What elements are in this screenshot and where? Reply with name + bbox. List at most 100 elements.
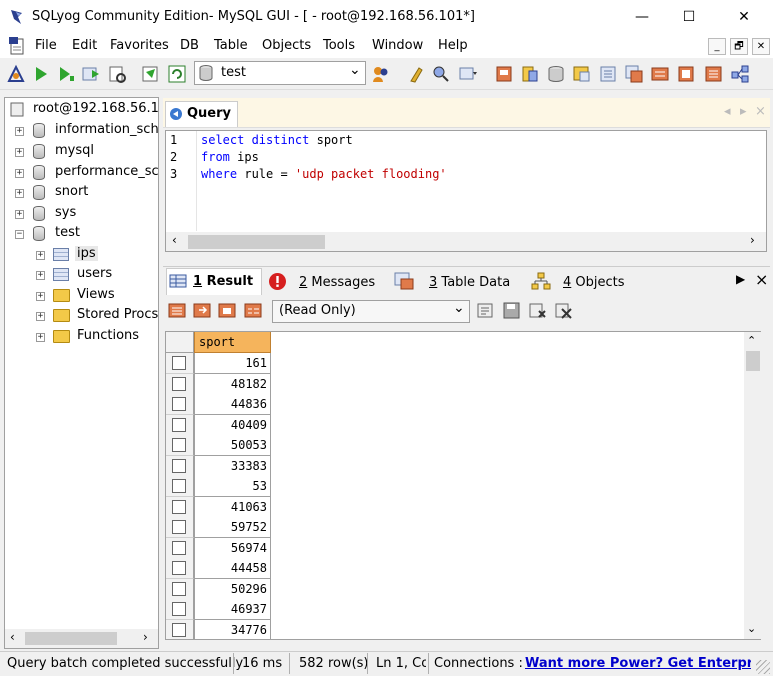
mdi-minimize-button[interactable]: _ — [708, 38, 726, 55]
scheduled-export-icon[interactable] — [704, 64, 724, 84]
add-row-icon[interactable] — [168, 301, 187, 320]
mdi-restore-button[interactable]: 🗗 — [730, 38, 748, 55]
visual-data-compare-icon[interactable] — [730, 64, 750, 84]
row-header[interactable] — [166, 619, 194, 639]
row-select-checkbox[interactable] — [172, 581, 186, 596]
column-header-sport[interactable]: sport — [194, 332, 271, 353]
menu-tools[interactable]: Tools — [323, 38, 355, 53]
menu-db[interactable]: DB — [180, 38, 199, 53]
grid-cell-sport[interactable]: 44458 — [194, 558, 271, 579]
grid-cell-sport[interactable]: 53 — [194, 476, 271, 497]
scroll-up-icon[interactable]: ⌃ — [747, 334, 756, 347]
result-grid[interactable]: sport 161 48182 44836 40409 50053 33383 53 4106… — [165, 331, 761, 640]
mdi-close-button[interactable]: ✕ — [752, 38, 770, 55]
row-header[interactable] — [166, 578, 194, 600]
menu-objects[interactable]: Objects — [262, 38, 311, 53]
row-header[interactable] — [166, 394, 194, 415]
explain-query-icon[interactable] — [107, 64, 127, 84]
tree-horizontal-scrollbar[interactable]: ‹ › — [5, 629, 158, 648]
row-select-checkbox[interactable] — [172, 561, 186, 575]
sql-editor[interactable]: 1 2 3 select distinct sport from ips whe… — [165, 130, 767, 252]
import-icon[interactable] — [572, 64, 592, 84]
tab-close-icon[interactable]: × — [755, 104, 766, 119]
menu-favorites[interactable]: Favorites — [110, 38, 169, 53]
grid-cell-sport[interactable]: 50296 — [194, 578, 271, 600]
row-select-checkbox[interactable] — [172, 602, 186, 616]
row-select-checkbox[interactable] — [172, 458, 186, 473]
row-select-checkbox[interactable] — [172, 622, 186, 637]
row-header[interactable] — [166, 558, 194, 579]
tab-scroll-right-icon[interactable]: ▸ — [740, 104, 747, 119]
upgrade-link[interactable]: Want more Power? Get Enterprise — [525, 656, 751, 671]
expand-icon[interactable]: + — [36, 271, 45, 280]
grid-cell-sport[interactable]: 44836 — [194, 394, 271, 415]
collapse-icon[interactable]: − — [15, 230, 24, 239]
scroll-left-icon[interactable]: ‹ — [172, 233, 177, 247]
scroll-left-icon[interactable]: ‹ — [10, 630, 15, 644]
database-sync-icon[interactable] — [546, 64, 566, 84]
copy-table-icon[interactable] — [624, 64, 644, 84]
tab-scroll-left-icon[interactable]: ◂ — [724, 104, 731, 119]
row-select-checkbox[interactable] — [172, 356, 186, 370]
tab-query[interactable]: Query — [165, 101, 238, 127]
scroll-thumb[interactable] — [188, 235, 325, 249]
row-header[interactable] — [166, 435, 194, 456]
menu-file[interactable]: File — [35, 38, 57, 53]
row-select-checkbox[interactable] — [172, 499, 186, 514]
expand-icon[interactable]: + — [36, 312, 45, 321]
new-connection-icon[interactable] — [6, 64, 26, 84]
filter-icon[interactable] — [476, 301, 495, 320]
cancel-changes-icon[interactable] — [554, 301, 573, 320]
export-results-icon[interactable] — [193, 301, 212, 320]
copy-results-icon[interactable] — [218, 301, 237, 320]
backup-icon[interactable] — [494, 64, 514, 84]
notification-services-icon[interactable] — [676, 64, 696, 84]
row-header[interactable] — [166, 599, 194, 620]
grid-cell-sport[interactable]: 46937 — [194, 599, 271, 620]
menu-edit[interactable]: Edit — [72, 38, 97, 53]
tab-result[interactable]: 1 Result — [166, 268, 262, 295]
export-icon[interactable] — [598, 64, 618, 84]
result-mode-select[interactable]: (Read Only) ⌄ — [272, 300, 470, 323]
tab-close-icon[interactable]: × — [755, 270, 768, 289]
expand-icon[interactable]: + — [15, 127, 24, 136]
row-header[interactable] — [166, 455, 194, 477]
menu-table[interactable]: Table — [214, 38, 248, 53]
execute-query-icon[interactable] — [31, 64, 51, 84]
format-query-icon[interactable] — [141, 64, 161, 84]
clean-tool-icon[interactable] — [406, 64, 426, 84]
row-select-checkbox[interactable] — [172, 520, 186, 534]
database-selector[interactable]: test ⌄ — [194, 61, 366, 85]
grid-vertical-scrollbar[interactable]: ⌃ ⌄ — [744, 332, 761, 639]
row-select-checkbox[interactable] — [172, 438, 186, 452]
minimize-button[interactable]: — — [619, 0, 665, 34]
expand-icon[interactable]: + — [36, 292, 45, 301]
refresh-icon[interactable] — [167, 64, 187, 84]
expand-icon[interactable]: + — [36, 333, 45, 342]
grid-cell-sport[interactable]: 59752 — [194, 517, 271, 538]
row-header[interactable] — [166, 373, 194, 395]
grid-cell-sport[interactable]: 40409 — [194, 414, 271, 436]
scroll-right-icon[interactable]: › — [143, 630, 148, 644]
form-view-icon[interactable] — [244, 301, 263, 320]
schema-sync-icon[interactable] — [650, 64, 670, 84]
user-manager-icon[interactable] — [371, 64, 391, 84]
menu-window[interactable]: Window — [372, 38, 423, 53]
row-header[interactable] — [166, 353, 194, 374]
grid-cell-sport[interactable]: 56974 — [194, 537, 271, 559]
resize-grip-icon[interactable] — [756, 660, 770, 674]
grid-cell-sport[interactable]: 41063 — [194, 496, 271, 518]
scroll-thumb[interactable] — [25, 632, 117, 645]
row-select-checkbox[interactable] — [172, 376, 186, 391]
tab-next-icon[interactable]: ▶ — [736, 272, 745, 286]
execute-update-icon[interactable] — [81, 64, 101, 84]
scroll-down-icon[interactable]: ⌄ — [747, 622, 756, 635]
close-button[interactable]: ✕ — [721, 0, 767, 34]
expand-icon[interactable]: + — [15, 148, 24, 157]
grid-cell-sport[interactable]: 33383 — [194, 455, 271, 477]
editor-horizontal-scrollbar[interactable]: ‹ › — [166, 232, 766, 251]
row-select-checkbox[interactable] — [172, 540, 186, 555]
maximize-button[interactable]: ☐ — [666, 0, 712, 34]
row-select-checkbox[interactable] — [172, 417, 186, 432]
schema-designer-icon[interactable] — [431, 64, 451, 84]
